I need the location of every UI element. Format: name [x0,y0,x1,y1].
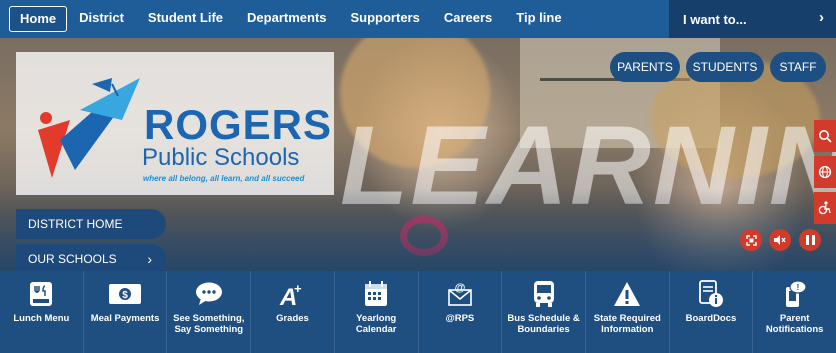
quick-link-label: Bus Schedule & Boundaries [507,313,580,335]
mute-icon [774,235,786,245]
nav-item-careers[interactable]: Careers [432,6,504,32]
quick-link-label: Lunch Menu [13,313,70,324]
quick-link-meal-payments[interactable]: $ Meal Payments [84,271,168,353]
svg-text:+: + [294,281,302,296]
students-button[interactable]: STUDENTS [686,52,764,82]
dollar-bill-icon: $ [109,284,142,304]
quick-link-lunch-menu[interactable]: Lunch Menu [0,271,84,353]
quick-link-boarddocs[interactable]: BoardDocs [670,271,754,353]
nav-item-student-life[interactable]: Student Life [136,6,235,32]
nav-item-home[interactable]: Home [9,6,68,32]
staff-button[interactable]: STAFF [770,52,826,82]
quick-link-yearlong-calendar[interactable]: Yearlong Calendar [335,271,419,353]
svg-text:@: @ [454,282,465,294]
quick-link-grades[interactable]: A + Grades [251,271,335,353]
quick-link-rps-mail[interactable]: @ @RPS [419,271,503,353]
accessibility-button[interactable] [814,192,836,224]
nav-items: Home District Student Life Departments S… [0,0,669,38]
our-schools-button[interactable]: OUR SCHOOLS › [16,244,166,271]
svg-text:!: ! [796,283,799,292]
our-schools-label: OUR SCHOOLS [28,252,117,266]
district-home-label: DISTRICT HOME [28,217,123,231]
translate-button[interactable] [814,156,836,188]
speech-bubble-icon [195,282,222,305]
nav-item-district[interactable]: District [67,6,136,32]
phone-message-icon: ! [785,280,807,307]
calendar-icon [365,281,388,306]
logo-torch-icon [38,78,140,178]
quick-link-label: Meal Payments [90,313,160,324]
quick-link-state-required[interactable]: State Required Information [586,271,670,353]
district-home-button[interactable]: DISTRICT HOME [16,209,166,239]
globe-icon [818,165,832,179]
chevron-right-icon: › [819,9,824,26]
search-button[interactable] [814,120,836,152]
accessibility-icon [818,201,831,215]
pause-button[interactable] [799,229,821,251]
quick-link-label: BoardDocs [685,313,737,324]
mute-button[interactable] [769,229,791,251]
at-mail-icon: @ [448,282,472,306]
chevron-right-icon: › [147,251,152,267]
i-want-to-dropdown[interactable]: I want to... › [669,0,836,38]
quick-link-label: Grades [276,313,309,324]
quick-links-bar: Lunch Menu $ Meal Payments See Something… [0,271,836,353]
quick-link-parent-notifications[interactable]: ! Parent Notifications [753,271,836,353]
quick-link-bus-schedule[interactable]: Bus Schedule & Boundaries [502,271,586,353]
fullscreen-button[interactable] [740,229,762,251]
quick-link-label: @RPS [445,313,475,324]
nav-item-tip-line[interactable]: Tip line [504,6,573,32]
quick-link-label: Parent Notifications [765,313,824,335]
hero-banner: LEARNING ROGERS Public Schools where all… [0,38,836,271]
logo-subtitle: Public Schools [142,144,300,171]
svg-text:$: $ [122,290,128,301]
logo-title: ROGERS [144,101,333,148]
nav-item-departments[interactable]: Departments [235,6,338,32]
parents-button[interactable]: PARENTS [610,52,680,82]
fullscreen-icon [745,234,757,246]
menu-board-icon [30,282,53,306]
top-navigation: Home District Student Life Departments S… [0,0,836,38]
quick-link-see-something[interactable]: See Something, Say Something [167,271,252,353]
quick-link-label: Yearlong Calendar [355,313,397,335]
logo-tagline: where all belong, all learn, and all suc… [143,174,305,183]
district-logo[interactable]: ROGERS Public Schools where all belong, … [16,52,334,195]
search-icon [819,130,832,143]
document-info-icon [699,280,723,307]
bus-icon [533,281,554,307]
quick-link-label: State Required Information [593,313,661,335]
pause-icon [805,235,815,245]
nav-item-supporters[interactable]: Supporters [339,6,432,32]
grade-a-plus-icon: A+ [279,281,302,307]
warning-icon [614,282,641,306]
quick-link-label: See Something, Say Something [173,313,245,335]
i-want-to-label: I want to... [683,11,747,27]
